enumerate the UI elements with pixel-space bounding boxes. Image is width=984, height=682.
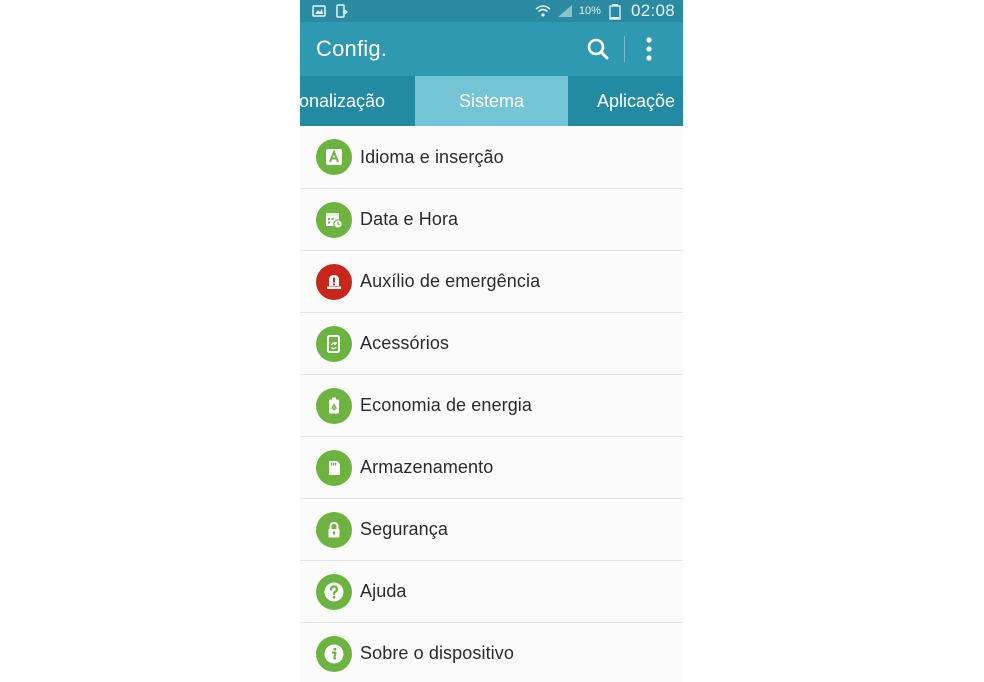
setting-label: Segurança	[360, 519, 448, 539]
setting-ajuda[interactable]: Ajuda	[300, 561, 683, 623]
setting-sobre-dispositivo[interactable]: Sobre o dispositivo	[300, 623, 683, 682]
setting-label: Armazenamento	[360, 457, 494, 477]
setting-economia-energia[interactable]: Economia de energia	[300, 375, 683, 437]
action-bar: Config.	[300, 22, 683, 76]
search-button[interactable]	[580, 31, 616, 67]
phone-screen: 10% 02:08 Config. sonalização Sistema Ap…	[300, 0, 683, 682]
search-icon	[587, 38, 609, 60]
status-bar-notifications	[312, 4, 348, 18]
lock-icon	[316, 511, 352, 548]
setting-label: Economia de energia	[360, 395, 533, 415]
setting-emergencia[interactable]: Auxílio de emergência	[300, 251, 683, 313]
tab-bar: sonalização Sistema Aplicaçõe	[300, 76, 683, 126]
info-icon	[316, 635, 352, 672]
setting-label: Data e Hora	[360, 209, 459, 229]
action-divider	[624, 36, 625, 62]
setting-label: Sobre o dispositivo	[360, 643, 514, 663]
tab-sistema[interactable]: Sistema	[415, 76, 568, 126]
storage-icon	[316, 449, 352, 486]
overflow-menu-icon	[646, 37, 652, 61]
setting-acessorios[interactable]: Acessórios	[300, 313, 683, 375]
tab-aplicacoes[interactable]: Aplicaçõe	[568, 76, 683, 126]
status-bar-system: 10% 02:08	[535, 1, 675, 21]
emergency-icon	[316, 263, 352, 300]
setting-data-hora[interactable]: Data e Hora	[300, 189, 683, 251]
setting-label: Auxílio de emergência	[360, 271, 541, 291]
setting-label: Acessórios	[360, 333, 450, 353]
accessories-icon	[316, 325, 352, 362]
wifi-icon	[535, 4, 551, 18]
setting-label: Idioma e inserção	[360, 146, 504, 167]
setting-idioma[interactable]: Idioma e inserção	[300, 126, 683, 189]
gallery-notification-icon	[312, 4, 326, 18]
signal-icon	[557, 4, 572, 18]
setting-seguranca[interactable]: Segurança	[300, 499, 683, 561]
setting-label: Ajuda	[360, 581, 407, 601]
more-options-button[interactable]	[631, 31, 667, 67]
settings-list: Idioma e inserção Data e Hora Auxílio de…	[300, 126, 683, 682]
page-title: Config.	[316, 36, 388, 61]
battery-percent: 10%	[578, 5, 601, 17]
battery-icon	[609, 4, 623, 20]
tab-personalizacao[interactable]: sonalização	[300, 76, 415, 126]
battery-recycle-icon	[316, 387, 352, 424]
setting-armazenamento[interactable]: Armazenamento	[300, 437, 683, 499]
status-bar: 10% 02:08	[300, 0, 683, 22]
clock: 02:08	[630, 1, 675, 20]
language-icon	[316, 139, 352, 175]
phone-sync-notification-icon	[334, 4, 348, 18]
calendar-clock-icon	[316, 201, 352, 238]
help-icon	[316, 573, 352, 610]
